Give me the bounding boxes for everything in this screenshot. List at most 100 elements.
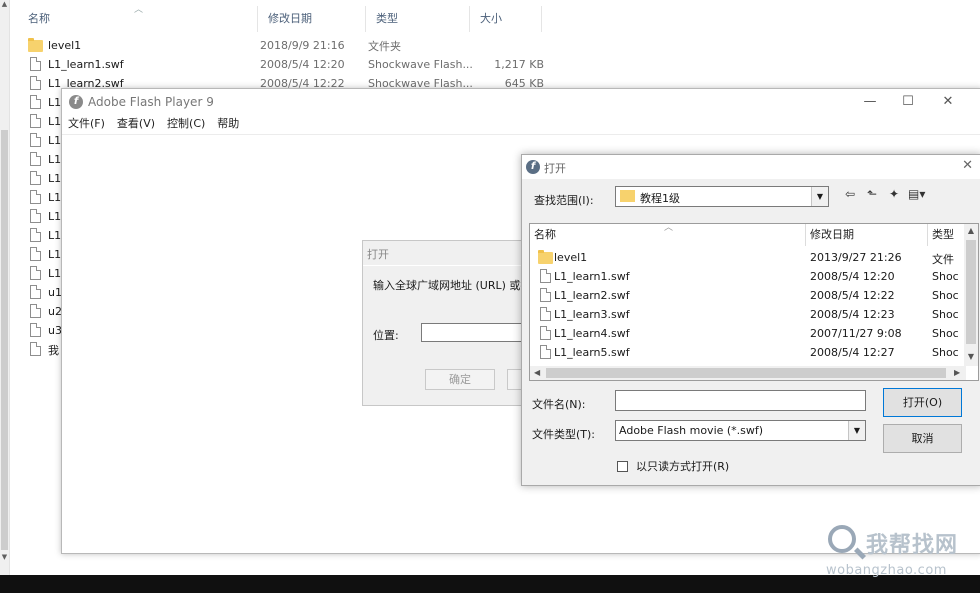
file-icon — [28, 285, 44, 300]
watermark-text: 我帮找网 — [866, 533, 959, 558]
file-type: Shockwave Flash... — [368, 58, 473, 71]
file-date: 2008/5/4 12:23 — [810, 308, 895, 321]
scroll-up-icon[interactable]: ▲ — [0, 0, 9, 12]
new-folder-icon[interactable]: ✦ — [886, 187, 902, 201]
column-type[interactable]: 类型 — [928, 224, 968, 246]
file-icon — [28, 228, 44, 243]
column-size[interactable]: 大小 — [470, 6, 542, 32]
filetype-label: 文件类型(T): — [532, 428, 596, 441]
cancel-button[interactable]: 取消 — [883, 424, 962, 453]
file-name: L1_learn3.swf — [554, 308, 630, 321]
file-icon — [538, 269, 552, 284]
readonly-option[interactable]: 以只读方式打开(R) — [617, 458, 729, 474]
file-icon — [28, 266, 44, 281]
horizontal-scrollbar[interactable]: ◀ ▶ — [530, 366, 966, 380]
magnifier-icon — [828, 525, 856, 553]
scroll-down-icon[interactable]: ▼ — [964, 352, 978, 361]
close-button[interactable]: ✕ — [934, 93, 962, 111]
file-date: 2013/9/27 21:26 — [810, 251, 902, 264]
file-list: ︿ 名称 修改日期 类型 level1 2013/9/27 21:26 文件 L1_l… — [529, 223, 979, 381]
file-row[interactable]: L1_learn2.swf 2008/5/4 12:22 Shoc — [530, 286, 960, 305]
flash-logo-icon: f — [526, 160, 540, 174]
title-bar[interactable]: f Adobe Flash Player 9 — ☐ ✕ — [62, 89, 980, 115]
filename-label: 文件名(N): — [532, 398, 586, 411]
file-name: L1_learn4.swf — [554, 327, 630, 340]
column-type[interactable]: 类型 — [366, 6, 470, 32]
chevron-down-icon[interactable]: ▼ — [811, 187, 828, 206]
scrollbar-thumb[interactable] — [966, 240, 976, 344]
file-icon — [538, 307, 552, 322]
file-icon — [28, 323, 44, 338]
file-name: L1_learn2.swf — [554, 289, 630, 302]
menu-view[interactable]: 查看(V) — [111, 115, 161, 133]
dialog-title: 打开 — [367, 248, 389, 261]
file-icon — [28, 114, 44, 129]
file-name: L1_learn1.swf — [554, 270, 630, 283]
column-date[interactable]: 修改日期 — [258, 6, 366, 32]
file-row[interactable]: L1_learn1.swf 2008/5/4 12:20 Shoc — [530, 267, 960, 286]
scroll-right-icon[interactable]: ▶ — [954, 366, 960, 380]
column-date[interactable]: 修改日期 — [806, 224, 928, 246]
scrollbar-thumb[interactable] — [1, 130, 8, 550]
scroll-down-icon[interactable]: ▼ — [0, 553, 9, 565]
maximize-button[interactable]: ☐ — [894, 93, 922, 111]
filetype-select[interactable]: Adobe Flash movie (*.swf) ▼ — [615, 420, 866, 441]
file-date: 2008/5/4 12:20 — [810, 270, 895, 283]
vertical-scrollbar[interactable]: ▲ ▼ — [964, 224, 978, 366]
menu-help[interactable]: 帮助 — [211, 115, 245, 133]
file-row[interactable]: L1_learn5.swf 2008/5/4 12:27 Shoc — [530, 343, 960, 362]
file-icon — [28, 95, 44, 110]
folder-icon — [28, 38, 44, 53]
look-in-select[interactable]: 教程1级 ▼ — [615, 186, 829, 207]
file-row[interactable]: level1 2013/9/27 21:26 文件 — [530, 248, 960, 267]
scrollbar-thumb[interactable] — [546, 368, 946, 378]
dialog-title-bar[interactable]: f 打开 ✕ — [522, 155, 980, 179]
ok-button[interactable]: 确定 — [425, 369, 495, 390]
filename-input[interactable] — [615, 390, 866, 411]
up-folder-icon[interactable]: ⬑ — [864, 187, 880, 201]
left-scrollbar[interactable]: ▲ ▼ — [0, 0, 10, 575]
folder-icon — [620, 190, 635, 202]
file-type: 文件 — [932, 253, 954, 266]
file-row[interactable]: L1_learn4.swf 2007/11/27 9:08 Shoc — [530, 324, 960, 343]
readonly-checkbox[interactable] — [617, 460, 628, 472]
explorer-row[interactable]: level1 2018/9/9 21:16 文件夹 — [18, 36, 544, 55]
file-date: 2018/9/9 21:16 — [260, 39, 345, 52]
window-title: Adobe Flash Player 9 — [88, 95, 214, 109]
chevron-down-icon[interactable]: ▼ — [848, 421, 865, 440]
minimize-button[interactable]: — — [856, 93, 884, 111]
file-icon — [28, 190, 44, 205]
column-name[interactable]: 名称 — [18, 6, 258, 32]
scroll-up-icon[interactable]: ▲ — [964, 226, 978, 235]
explorer-column-header: 名称 修改日期 类型 大小 — [18, 6, 542, 32]
shortcut-icon — [28, 342, 44, 357]
explorer-row[interactable]: L1_learn1.swf 2008/5/4 12:20 Shockwave Fla… — [18, 55, 544, 74]
navigation-toolbar: ⇦ ⬑ ✦ ▤▾ — [842, 187, 925, 201]
file-icon — [538, 288, 552, 303]
scroll-left-icon[interactable]: ◀ — [534, 366, 540, 380]
menu-file[interactable]: 文件(F) — [62, 115, 111, 133]
file-date: 2008/5/4 12:20 — [260, 58, 345, 71]
readonly-label: 以只读方式打开(R) — [636, 460, 730, 473]
file-icon — [28, 133, 44, 148]
look-in-label: 查找范围(I): — [534, 194, 594, 207]
file-size: 1,217 KB — [494, 58, 544, 71]
look-in-value: 教程1级 — [640, 192, 680, 205]
watermark: 我帮找网 wobangzhao.com — [826, 525, 976, 585]
view-menu-icon[interactable]: ▤▾ — [908, 187, 925, 201]
file-row[interactable]: L1_learn3.swf 2008/5/4 12:23 Shoc — [530, 305, 960, 324]
file-icon — [28, 247, 44, 262]
file-open-dialog: f 打开 ✕ 查找范围(I): 教程1级 ▼ ⇦ ⬑ ✦ ▤▾ ︿ 名称 修改日… — [521, 154, 980, 486]
back-arrow-icon[interactable]: ⇦ — [842, 187, 858, 201]
menu-control[interactable]: 控制(C) — [161, 115, 211, 133]
file-name: L1_learn1.swf — [48, 58, 124, 71]
dialog-title: 打开 — [544, 162, 566, 175]
file-icon — [538, 345, 552, 360]
close-icon[interactable]: ✕ — [962, 158, 973, 173]
file-date: 2008/5/4 12:27 — [810, 346, 895, 359]
filetype-value: Adobe Flash movie (*.swf) — [619, 424, 764, 437]
open-button[interactable]: 打开(O) — [883, 388, 962, 417]
file-icon — [28, 57, 44, 72]
column-name[interactable]: 名称 — [530, 224, 806, 246]
file-icon — [28, 152, 44, 167]
